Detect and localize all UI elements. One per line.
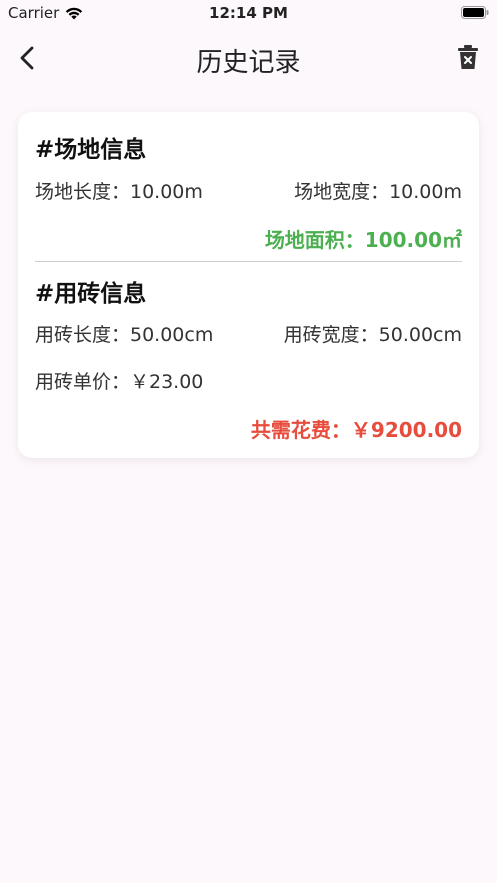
tile-width: 用砖宽度：50.00cm [283, 324, 462, 346]
trash-icon [458, 45, 478, 69]
site-length: 场地长度：10.00m [35, 181, 203, 203]
divider [35, 261, 462, 262]
site-width: 场地宽度：10.00m [294, 181, 462, 203]
delete-all-button[interactable] [457, 44, 479, 70]
tile-length: 用砖长度：50.00cm [35, 324, 214, 346]
site-area: 场地面积：100.00㎡ [264, 228, 462, 252]
total-cost: 共需花费：￥9200.00 [250, 418, 462, 442]
battery-icon [461, 6, 489, 19]
tile-section-title: #用砖信息 [35, 281, 147, 307]
history-card[interactable]: #场地信息 场地长度：10.00m 场地宽度：10.00m 场地面积：100.0… [18, 112, 479, 458]
page-title: 历史记录 [196, 48, 301, 78]
status-time: 12:14 PM [209, 4, 288, 22]
nav-bar: 历史记录 [0, 32, 497, 84]
status-bar: Carrier 12:14 PM [0, 0, 497, 26]
tile-price: 用砖单价：￥23.00 [35, 371, 204, 393]
site-section-title: #场地信息 [35, 137, 147, 163]
